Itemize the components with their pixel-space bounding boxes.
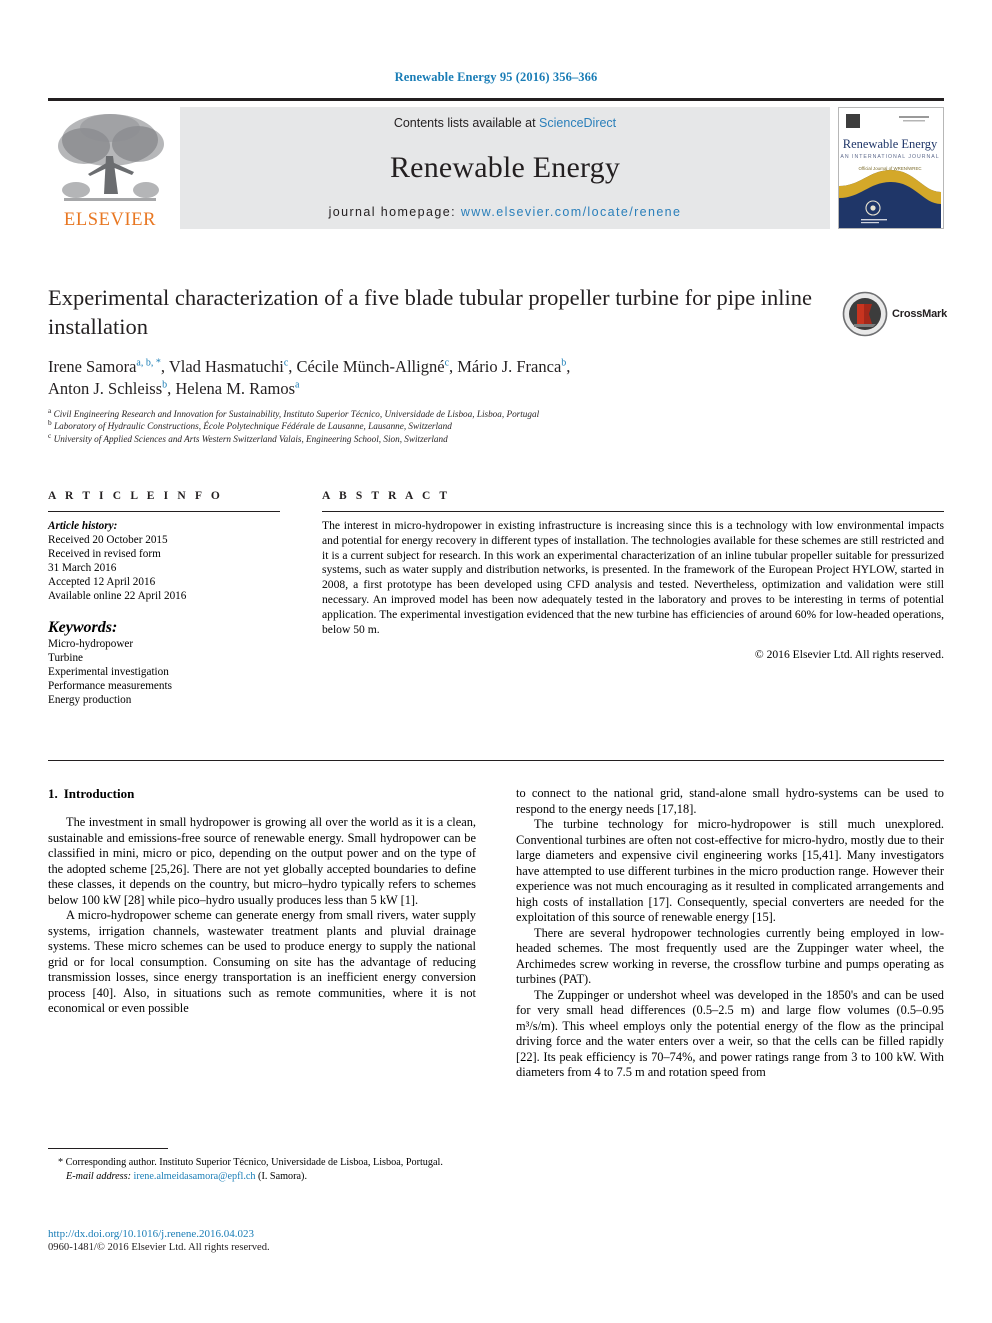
history-item: Received in revised form [48,548,161,561]
info-abstract-region: A R T I C L E I N F O Article history: R… [48,490,944,707]
crossmark-badge[interactable]: CrossMark [842,288,950,340]
abstract-column: A B S T R A C T The interest in micro-hy… [322,490,944,707]
elsevier-tree-icon [58,113,164,201]
cover-artwork: Renewable Energy AN INTERNATIONAL JOURNA… [839,108,941,228]
title-block: Experimental characterization of a five … [48,283,818,445]
history-item: 31 March 2016 [48,562,117,575]
keyword-item: Micro-hydropower [48,637,134,650]
svg-text:AN INTERNATIONAL JOURNAL: AN INTERNATIONAL JOURNAL [840,154,939,160]
affiliation-marker: a [48,405,52,415]
page-title: Experimental characterization of a five … [48,285,813,339]
author-affil-marker: c [444,357,450,369]
body-columns: 1. Introduction The investment in small h… [48,786,944,1081]
author-affil-marker: b [561,357,567,369]
column-gap [476,786,516,1081]
paragraph: The Zuppinger or undershot wheel was dev… [516,987,944,1080]
author-name: Cécile Münch-Alligné [296,357,445,376]
paragraph: The turbine technology for micro-hydropo… [516,817,944,924]
affiliation-item: c University of Applied Sciences and Art… [48,430,818,445]
affiliation-marker: c [48,430,52,440]
crossmark-icon [842,291,888,337]
article-history-label: Article history: [48,520,118,532]
article-history-block: Article history: Received 20 October 201… [48,512,280,604]
journal-title: Renewable Energy [389,150,621,184]
affiliation-list: a Civil Engineering Research and Innovat… [48,405,818,445]
footnote-block: * Corresponding author. Instituto Superi… [48,1148,476,1182]
email-link[interactable]: irene.almeidasamora@epfl.ch [134,1171,256,1182]
contents-prefix: Contents lists available at [393,116,540,130]
affiliation-item: b Laboratory of Hydraulic Constructions,… [48,418,818,432]
affiliation-marker: b [48,418,52,428]
paragraph: A micro-hydropower scheme can generate e… [48,908,476,1015]
journal-cover-thumbnail[interactable]: Renewable Energy AN INTERNATIONAL JOURNA… [838,107,944,229]
paragraph: There are several hydropower technologie… [516,925,944,987]
running-head: Renewable Energy 95 (2016) 356–366 [394,70,598,84]
contents-available-line: Contents lists available at ScienceDirec… [394,116,616,130]
elsevier-logo: ELSEVIER [48,107,172,229]
homepage-link[interactable]: www.elsevier.com/locate/renene [461,205,682,219]
section-title: Introduction [63,786,135,801]
doi-link[interactable]: http://dx.doi.org/10.1016/j.renene.2016.… [48,1227,488,1241]
author-list: Irene Samoraa, b, *, Vlad Hasmatuchic, C… [48,357,571,398]
author-name: Irene Samora [48,357,137,376]
body-column-left: 1. Introduction The investment in small h… [48,786,476,1081]
affiliation-text: Civil Engineering Research and Innovatio… [53,409,540,419]
author-affil-marker: c [283,357,289,369]
keywords-block: Keywords: Micro-hydropower Turbine Exper… [48,619,280,707]
article-page: Renewable Energy 95 (2016) 356–366 ELSEV… [0,0,992,1323]
author-affil-marker: a [295,379,300,391]
keyword-item: Experimental investigation [48,665,169,678]
footer-block: http://dx.doi.org/10.1016/j.renene.2016.… [48,1227,488,1255]
history-item: Accepted 12 April 2016 [48,576,156,589]
article-info-heading: A R T I C L E I N F O [48,490,223,502]
masthead-center: Contents lists available at ScienceDirec… [180,107,830,229]
column-gap [280,490,322,707]
sciencedirect-link[interactable]: ScienceDirect [539,116,616,130]
affiliation-text: University of Applied Sciences and Arts … [53,433,448,444]
section-heading-introduction: 1. Introduction [48,786,476,802]
footnote-divider [48,1148,168,1149]
crossmark-label: CrossMark [892,308,948,320]
journal-homepage-line: journal homepage: www.elsevier.com/locat… [329,205,682,219]
email-suffix: (I. Samora). [258,1171,307,1182]
author-name: Vlad Hasmatuchi [168,357,284,376]
issn-copyright: 0960-1481/© 2016 Elsevier Ltd. All right… [48,1242,270,1253]
affiliation-text: Laboratory of Hydraulic Constructions, É… [54,421,452,432]
author-name: Anton J. Schleiss [48,379,163,398]
history-item: Available online 22 April 2016 [48,590,187,603]
author-name: Mário J. Franca [457,357,562,376]
keywords-label: Keywords: [48,618,118,636]
abstract-text: The interest in micro-hydropower in exis… [322,519,944,636]
keyword-item: Performance measurements [48,679,172,692]
corresponding-author-note: * Corresponding author. Instituto Superi… [58,1157,443,1168]
email-note: E-mail address: irene.almeidasamora@epfl… [48,1171,476,1182]
author-affil-marker: a, b, * [136,357,161,369]
abstract-heading: A B S T R A C T [322,490,451,502]
paragraph: The investment in small hydropower is gr… [48,815,476,907]
paragraph: to connect to the national grid, stand-a… [516,786,944,816]
journal-masthead: ELSEVIER Contents lists available at Sci… [48,98,944,229]
keywords-list: Micro-hydropower Turbine Experimental in… [48,637,280,707]
email-label: E-mail address: [66,1171,131,1182]
keyword-item: Turbine [48,651,84,664]
article-info-column: A R T I C L E I N F O Article history: R… [48,490,280,707]
keyword-item: Energy production [48,693,132,706]
author-name: Helena M. Ramos [175,379,295,398]
abstract-bottom-divider [48,760,944,761]
section-number: 1. [48,786,58,801]
history-item: Received 20 October 2015 [48,534,168,547]
affiliation-item: a Civil Engineering Research and Innovat… [48,405,818,420]
homepage-prefix: journal homepage: [328,205,461,219]
body-column-right: to connect to the national grid, stand-a… [516,786,944,1081]
author-affil-marker: b [162,379,168,391]
svg-text:Renewable Energy: Renewable Energy [843,137,938,151]
elsevier-wordmark: ELSEVIER [63,209,157,230]
abstract-copyright: © 2016 Elsevier Ltd. All rights reserved… [754,648,944,662]
